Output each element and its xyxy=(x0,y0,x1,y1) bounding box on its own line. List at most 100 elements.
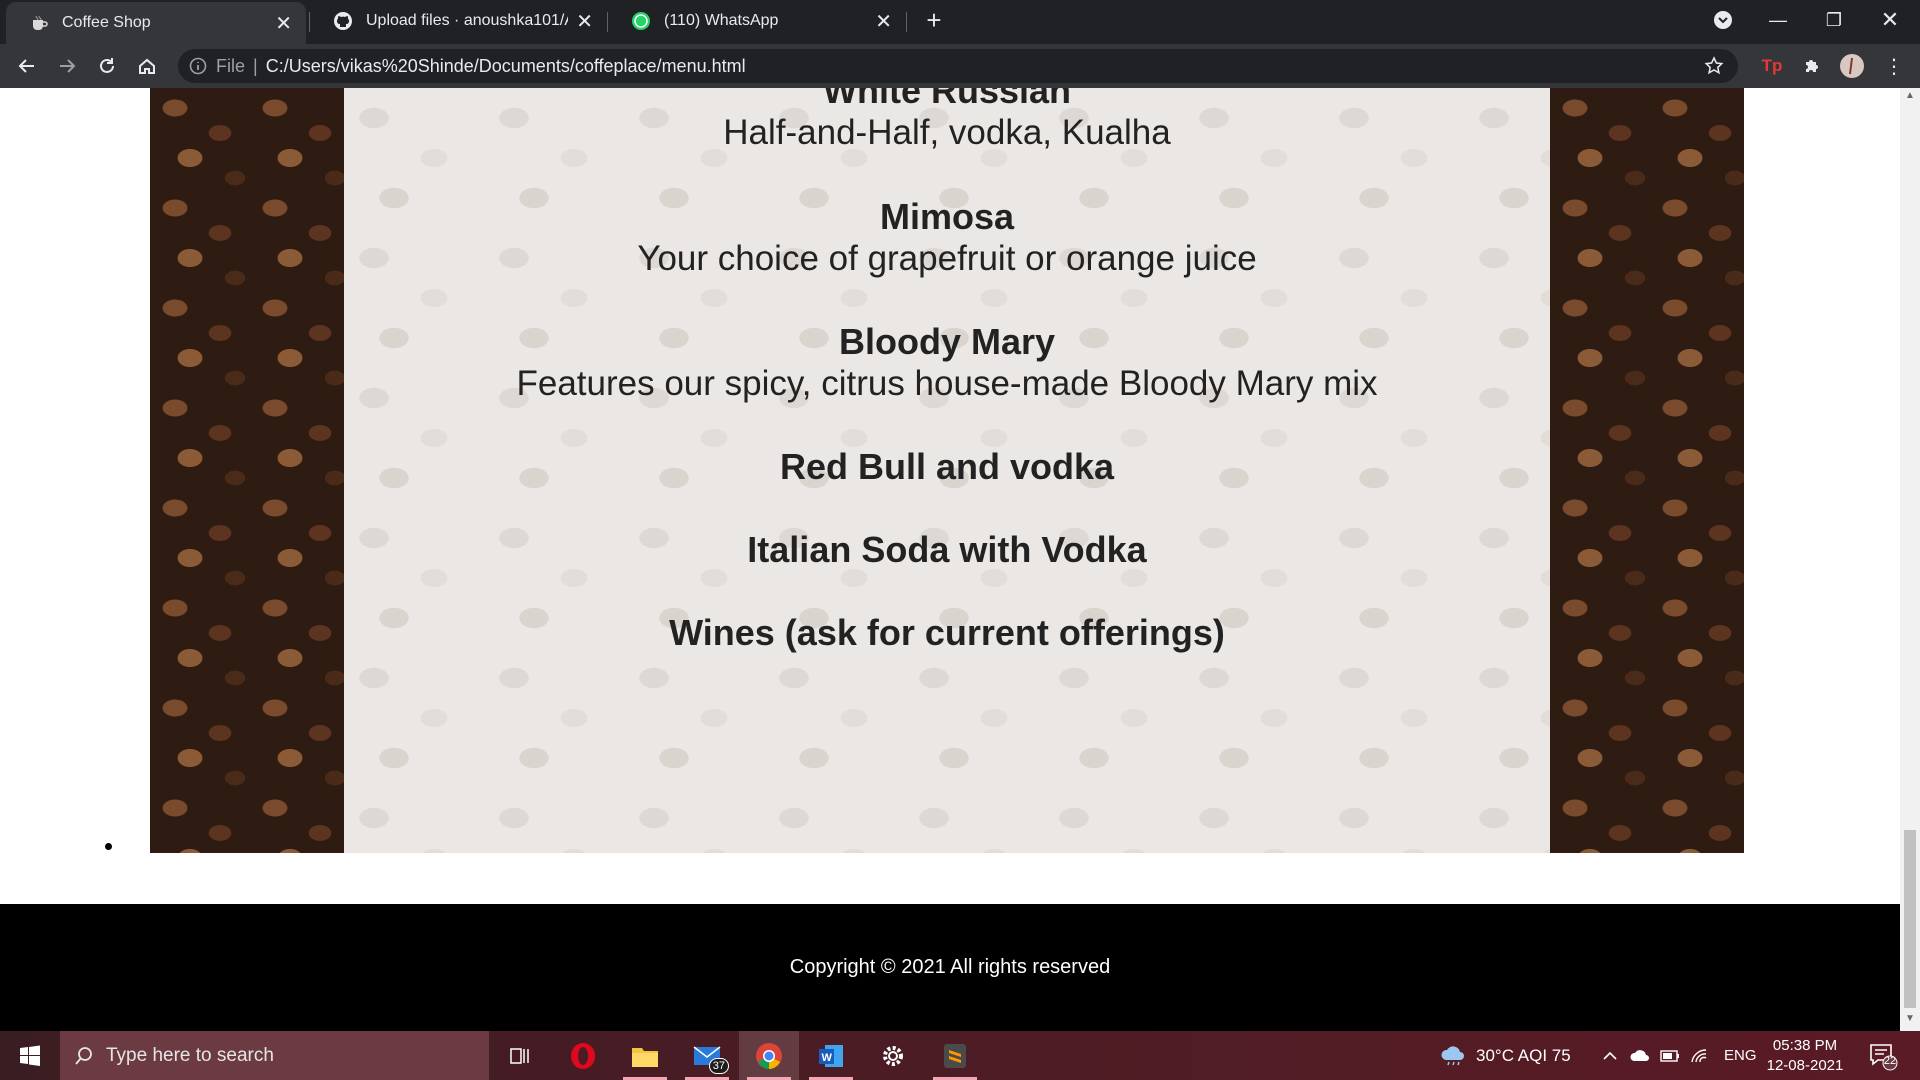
tab-whatsapp[interactable]: (110) WhatsApp ✕ xyxy=(608,0,906,42)
menu-item-name: Italian Soda with Vodka xyxy=(747,529,1147,570)
chevron-up-icon xyxy=(1603,1051,1617,1060)
menu-item: Wines (ask for current offerings) xyxy=(344,612,1550,654)
scrollbar-thumb[interactable] xyxy=(1904,830,1916,1008)
wifi-tray[interactable] xyxy=(1690,1031,1708,1080)
tab-search-button[interactable] xyxy=(1695,0,1751,40)
language-indicator[interactable]: ENG xyxy=(1724,1031,1757,1080)
url-text[interactable]: C:/Users/vikas%20Shinde/Documents/coffep… xyxy=(266,56,746,77)
minimize-button[interactable]: — xyxy=(1750,0,1806,40)
back-button[interactable] xyxy=(13,52,41,80)
browser-tab-strip: Coffee Shop ✕ Upload files · anoushka101… xyxy=(0,0,1920,44)
onedrive-tray[interactable] xyxy=(1630,1031,1650,1080)
notification-count: 22 xyxy=(1883,1055,1897,1067)
restore-button[interactable]: ❐ xyxy=(1806,0,1862,40)
windows-taskbar: Type here to search 37 W 30°C AQI 75 ENG… xyxy=(0,1031,1920,1080)
language-text: ENG xyxy=(1724,1047,1757,1064)
tab-title: Coffee Shop xyxy=(62,14,151,31)
chevron-down-icon xyxy=(1714,11,1732,29)
onedrive-cloud-icon xyxy=(1630,1049,1649,1061)
battery-tray[interactable] xyxy=(1660,1031,1680,1080)
menu-item-name: Wines (ask for current offerings) xyxy=(669,612,1225,653)
profile-avatar[interactable] xyxy=(1838,52,1866,80)
svg-text:W: W xyxy=(822,1052,833,1064)
menu-item: Red Bull and vodka xyxy=(344,446,1550,488)
home-icon xyxy=(139,58,155,74)
weather-widget[interactable]: 30°C AQI 75 xyxy=(1440,1031,1571,1080)
page-viewport: White Russian Half-and-Half, vodka, Kual… xyxy=(0,88,1900,1031)
vertical-scrollbar[interactable]: ▲ ▼ xyxy=(1900,88,1920,1031)
tab-title: (110) WhatsApp xyxy=(664,12,779,29)
menu-board: White Russian Half-and-Half, vodka, Kual… xyxy=(150,88,1744,853)
taskbar-search[interactable]: Type here to search xyxy=(60,1031,489,1080)
scroll-up-arrow-icon[interactable]: ▲ xyxy=(1900,90,1920,106)
file-explorer-app[interactable] xyxy=(615,1031,675,1080)
arrow-right-icon xyxy=(60,59,76,73)
task-view-button[interactable] xyxy=(490,1031,550,1080)
clock-date: 12-08-2021 xyxy=(1766,1057,1844,1074)
task-view-icon xyxy=(510,1047,529,1064)
close-icon[interactable]: ✕ xyxy=(576,9,593,34)
github-icon xyxy=(332,10,354,32)
close-window-button[interactable]: ✕ xyxy=(1862,0,1918,40)
chrome-icon xyxy=(756,1042,782,1069)
close-icon[interactable]: ✕ xyxy=(875,9,892,34)
search-icon xyxy=(74,1046,94,1066)
search-placeholder: Type here to search xyxy=(106,1044,274,1066)
extension-tp-icon[interactable]: Tp xyxy=(1758,52,1786,80)
word-app[interactable]: W xyxy=(801,1031,861,1080)
menu-item-name: Red Bull and vodka xyxy=(779,446,1115,487)
bookmark-star-icon[interactable] xyxy=(1704,56,1724,76)
browser-toolbar: File | C:/Users/vikas%20Shinde/Documents… xyxy=(0,44,1920,88)
scheme-divider: | xyxy=(253,55,258,76)
list-bullet xyxy=(105,843,112,850)
menu-item-description: Half-and-Half, vodka, Kualha xyxy=(723,113,1171,152)
windows-logo-icon xyxy=(20,1045,40,1066)
menu-list: White Russian Half-and-Half, vodka, Kual… xyxy=(344,88,1550,853)
clock-time: 05:38 PM xyxy=(1772,1037,1838,1054)
menu-item-name: Bloody Mary xyxy=(838,321,1056,362)
action-center-button[interactable]: 22 xyxy=(1868,1041,1898,1076)
whatsapp-icon xyxy=(630,10,652,32)
extensions-puzzle-icon[interactable] xyxy=(1798,52,1826,80)
home-button[interactable] xyxy=(133,52,161,80)
word-icon: W xyxy=(819,1044,843,1067)
menu-kebab-icon[interactable]: ⋮ xyxy=(1880,52,1908,80)
tab-title: Upload files · anoushka101/Audit xyxy=(366,12,568,29)
folder-icon xyxy=(632,1047,658,1067)
opera-app[interactable] xyxy=(553,1031,613,1080)
menu-item: Bloody Mary Features our spicy, citrus h… xyxy=(344,321,1550,405)
wifi-icon xyxy=(1691,1048,1707,1062)
address-bar[interactable]: File | C:/Users/vikas%20Shinde/Documents… xyxy=(178,49,1738,83)
settings-app[interactable] xyxy=(863,1031,923,1080)
copyright-text: Copyright © 2021 All rights reserved xyxy=(789,956,1111,978)
reload-button[interactable] xyxy=(93,52,121,80)
cloud-rain-icon xyxy=(1441,1045,1464,1065)
chrome-app[interactable] xyxy=(739,1031,799,1080)
coffee-beans-right-image xyxy=(1550,88,1744,853)
system-clock[interactable]: 05:38 PM 12-08-2021 xyxy=(1760,1036,1850,1076)
menu-item-name: Mimosa xyxy=(879,196,1015,237)
sublime-text-app[interactable] xyxy=(925,1031,985,1080)
menu-item-name: White Russian xyxy=(822,88,1072,111)
arrow-left-icon xyxy=(18,59,34,73)
show-hidden-icons-button[interactable] xyxy=(1602,1031,1618,1080)
tab-coffee-shop[interactable]: Coffee Shop ✕ xyxy=(6,2,306,44)
mail-unread-badge: 37 xyxy=(708,1058,729,1074)
new-tab-button[interactable]: + xyxy=(906,0,962,40)
page-footer: Copyright © 2021 All rights reserved xyxy=(0,904,1900,1031)
scheme-label: File xyxy=(216,55,246,76)
mail-app[interactable]: 37 xyxy=(677,1031,737,1080)
tab-github-upload[interactable]: Upload files · anoushka101/Audit ✕ xyxy=(310,0,607,42)
start-button[interactable] xyxy=(0,1031,60,1080)
scroll-down-arrow-icon[interactable]: ▼ xyxy=(1900,1013,1920,1029)
info-icon[interactable] xyxy=(188,56,208,76)
forward-button[interactable] xyxy=(53,52,81,80)
close-icon[interactable]: ✕ xyxy=(275,11,292,36)
menu-item-description: Your choice of grapefruit or orange juic… xyxy=(637,239,1257,278)
menu-item: White Russian Half-and-Half, vodka, Kual… xyxy=(344,88,1550,154)
coffee-beans-left-image xyxy=(150,88,344,853)
weather-text: 30°C AQI 75 xyxy=(1476,1045,1571,1065)
menu-item: Mimosa Your choice of grapefruit or oran… xyxy=(344,196,1550,280)
battery-icon xyxy=(1660,1049,1679,1062)
gear-icon xyxy=(883,1045,903,1066)
